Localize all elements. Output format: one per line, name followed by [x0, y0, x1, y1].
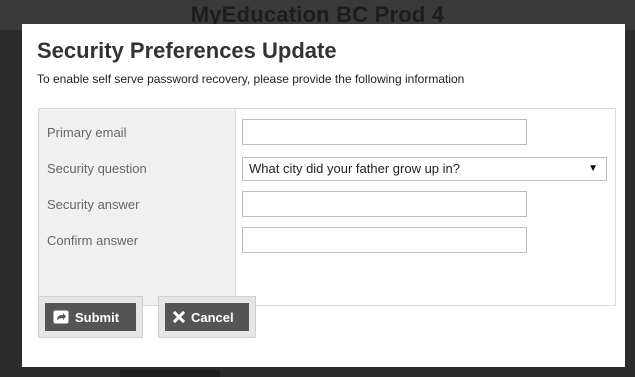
- confirm-answer-input[interactable]: [242, 227, 527, 253]
- background-strip: [120, 370, 220, 377]
- dialog-subtitle: To enable self serve password recovery, …: [37, 72, 465, 86]
- security-form: Primary email Security question What cit…: [38, 108, 616, 306]
- security-answer-input[interactable]: [242, 191, 527, 217]
- cancel-button-label: Cancel: [191, 309, 234, 325]
- security-question-select[interactable]: What city did your father grow up in? ▼: [242, 157, 607, 181]
- confirm-answer-label: Confirm answer: [47, 233, 139, 248]
- security-answer-label: Security answer: [47, 197, 140, 212]
- security-preferences-dialog: Security Preferences Update To enable se…: [22, 24, 625, 367]
- chevron-down-icon: ▼: [588, 163, 598, 174]
- cancel-button[interactable]: Cancel: [158, 296, 256, 338]
- dialog-title: Security Preferences Update: [37, 38, 337, 63]
- submit-button[interactable]: Submit: [38, 296, 143, 338]
- close-x-icon: [173, 311, 185, 323]
- primary-email-label: Primary email: [47, 125, 127, 140]
- cancel-button-face: Cancel: [165, 303, 249, 331]
- primary-email-input[interactable]: [242, 119, 527, 145]
- security-question-selected-value: What city did your father grow up in?: [249, 161, 460, 176]
- security-question-label: Security question: [47, 161, 147, 176]
- submit-button-label: Submit: [75, 309, 120, 325]
- submit-button-face: Submit: [45, 303, 136, 331]
- submit-arrow-icon: [53, 310, 69, 324]
